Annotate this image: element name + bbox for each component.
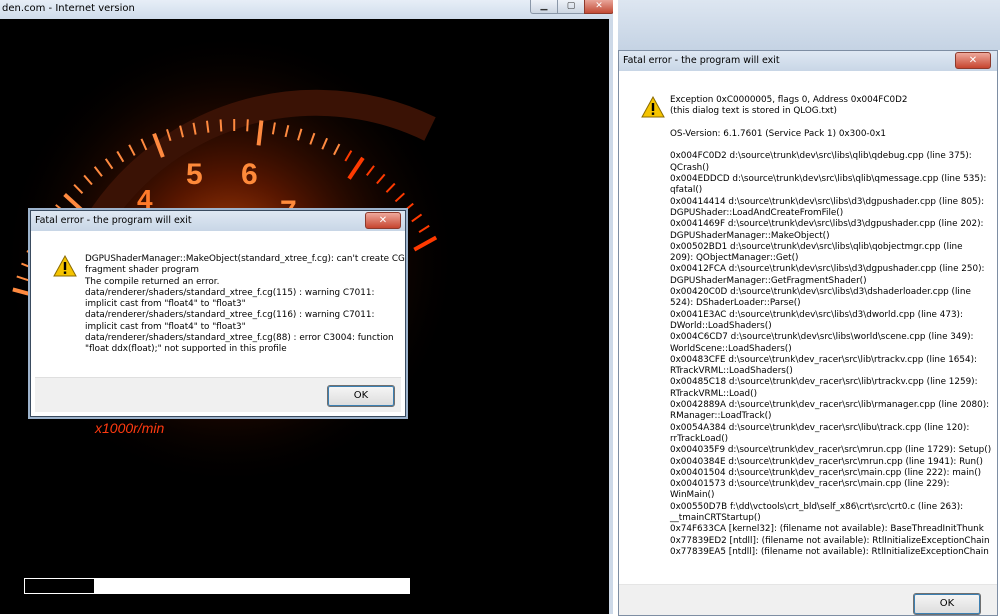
message-line: 0x00401573 d:\source\trunk\dev_racer\src… bbox=[670, 479, 991, 490]
tacho-unit-label: x1000r/min bbox=[94, 420, 164, 436]
message-line: DGPUShader::LoadAndCreateFromFile() bbox=[670, 208, 991, 219]
message-line: DGPUShaderManager::GetFragmentShader() bbox=[670, 276, 991, 287]
message-line: 0x004035F9 d:\source\trunk\dev_racer\src… bbox=[670, 445, 991, 456]
message-line: rrTrackLoad() bbox=[670, 434, 991, 445]
dialog-titlebar[interactable]: Fatal error - the program will exit ✕ bbox=[619, 51, 997, 71]
window-titlebar[interactable]: den.com - Internet version ▁ ▢ ✕ bbox=[0, 0, 613, 19]
message-line bbox=[670, 140, 991, 151]
message-line: "float ddx(float);" not supported in thi… bbox=[85, 344, 405, 355]
tacho-tick bbox=[221, 119, 222, 131]
message-line: fragment shader program bbox=[85, 265, 405, 276]
message-line: 0x00550D7B f:\dd\vctools\crt_bld\self_x8… bbox=[670, 502, 991, 513]
exception-stack-trace: Exception 0xC0000005, flags 0, Address 0… bbox=[670, 95, 991, 558]
tacho-number-5: 5 bbox=[186, 158, 203, 191]
message-line bbox=[670, 118, 991, 129]
loading-progress-fill bbox=[25, 579, 94, 593]
message-line: (this dialog text is stored in QLOG.txt) bbox=[670, 106, 991, 117]
message-line: data/renderer/shaders/standard_xtree_f.c… bbox=[85, 288, 405, 299]
message-line: 0x00414414 d:\source\trunk\dev\src\libs\… bbox=[670, 197, 991, 208]
dialog-body: DGPUShaderManager::MakeObject(standard_x… bbox=[35, 232, 401, 386]
error-message: DGPUShaderManager::MakeObject(standard_x… bbox=[85, 254, 405, 356]
message-line: WorldScene::LoadShaders() bbox=[670, 344, 991, 355]
message-line: 0x004C6CD7 d:\source\trunk\dev\src\libs\… bbox=[670, 332, 991, 343]
dialog-title: Fatal error - the program will exit bbox=[623, 55, 780, 66]
warning-icon bbox=[53, 255, 77, 277]
tacho-number-6: 6 bbox=[241, 158, 258, 191]
dialog-close-button[interactable]: ✕ bbox=[365, 212, 401, 229]
message-line: 0x0040384E d:\source\trunk\dev_racer\src… bbox=[670, 457, 991, 468]
message-line: 209): QObjectManager::Get() bbox=[670, 253, 991, 264]
maximize-button[interactable]: ▢ bbox=[557, 0, 585, 14]
message-line: QCrash() bbox=[670, 163, 991, 174]
ok-button[interactable]: OK bbox=[327, 385, 395, 407]
dialog-footer: OK bbox=[35, 377, 401, 412]
tacho-tick bbox=[247, 119, 248, 131]
message-line: 0x0041E3AC d:\source\trunk\dev\src\libs\… bbox=[670, 310, 991, 321]
dialog-footer: OK bbox=[619, 584, 997, 615]
message-line: RTrackVRML::LoadShaders() bbox=[670, 366, 991, 377]
message-line: 0x004FC0D2 d:\source\trunk\dev\src\libs\… bbox=[670, 151, 991, 162]
message-line: data/renderer/shaders/standard_xtree_f.c… bbox=[85, 333, 405, 344]
message-line: 0x00485C18 d:\source\trunk\dev_racer\src… bbox=[670, 377, 991, 388]
dialog-close-button[interactable]: ✕ bbox=[955, 52, 991, 69]
message-line: 0x0041469F d:\source\trunk\dev\src\libs\… bbox=[670, 219, 991, 230]
background-window-strip bbox=[618, 0, 1000, 50]
dialog-title: Fatal error - the program will exit bbox=[35, 215, 192, 226]
message-line: 0x0054A384 d:\source\trunk\dev_racer\src… bbox=[670, 423, 991, 434]
message-line: 0x00502BD1 d:\source\trunk\dev\src\libs\… bbox=[670, 242, 991, 253]
message-line: OS-Version: 6.1.7601 (Service Pack 1) 0x… bbox=[670, 129, 991, 140]
message-line: DGPUShaderManager::MakeObject() bbox=[670, 231, 991, 242]
window-frame bbox=[609, 19, 613, 614]
message-line: Exception 0xC0000005, flags 0, Address 0… bbox=[670, 95, 991, 106]
loading-progress-bar bbox=[24, 578, 410, 594]
ok-button[interactable]: OK bbox=[913, 593, 981, 615]
message-line: DWorld::LoadShaders() bbox=[670, 321, 991, 332]
message-line: data/renderer/shaders/standard_xtree_f.c… bbox=[85, 310, 405, 321]
message-line: 524): DShaderLoader::Parse() bbox=[670, 298, 991, 309]
fatal-error-dialog-large: Fatal error - the program will exit ✕ Ex… bbox=[618, 50, 998, 616]
message-line: __tmainCRTStartup() bbox=[670, 513, 991, 524]
message-line: implicit cast from "float4" to "float3" bbox=[85, 299, 405, 310]
message-line: RManager::LoadTrack() bbox=[670, 411, 991, 422]
message-line: 0x77839ED2 [ntdll]: (filename not availa… bbox=[670, 536, 991, 547]
minimize-button[interactable]: ▁ bbox=[530, 0, 558, 14]
close-window-button[interactable]: ✕ bbox=[584, 0, 613, 14]
message-line: 0x00420C0D d:\source\trunk\dev\src\libs\… bbox=[670, 287, 991, 298]
message-line: 0x00401504 d:\source\trunk\dev_racer\src… bbox=[670, 468, 991, 479]
fatal-error-dialog-small: Fatal error - the program will exit ✕ DG… bbox=[30, 210, 406, 417]
message-line: 0x004EDDCD d:\source\trunk\dev\src\libs\… bbox=[670, 174, 991, 185]
message-line: DGPUShaderManager::MakeObject(standard_x… bbox=[85, 254, 405, 265]
message-line: 0x00483CFE d:\source\trunk\dev_racer\src… bbox=[670, 355, 991, 366]
message-line: 0x74F633CA [kernel32]: (filename not ava… bbox=[670, 524, 991, 535]
window-title: den.com - Internet version bbox=[2, 3, 135, 14]
message-line: 0x00412FCA d:\source\trunk\dev\src\libs\… bbox=[670, 264, 991, 275]
warning-icon bbox=[641, 96, 665, 118]
message-line: implicit cast from "float4" to "float3" bbox=[85, 322, 405, 333]
message-line: 0x77839EA5 [ntdll]: (filename not availa… bbox=[670, 547, 991, 558]
message-line: qfatal() bbox=[670, 185, 991, 196]
message-line: WinMain() bbox=[670, 490, 991, 501]
message-line: RTrackVRML::Load() bbox=[670, 389, 991, 400]
tacho-tick bbox=[259, 121, 262, 146]
dialog-titlebar[interactable]: Fatal error - the program will exit ✕ bbox=[31, 211, 405, 231]
message-line: 0x0042889A d:\source\trunk\dev_racer\src… bbox=[670, 400, 991, 411]
message-line: The compile returned an error. bbox=[85, 277, 405, 288]
